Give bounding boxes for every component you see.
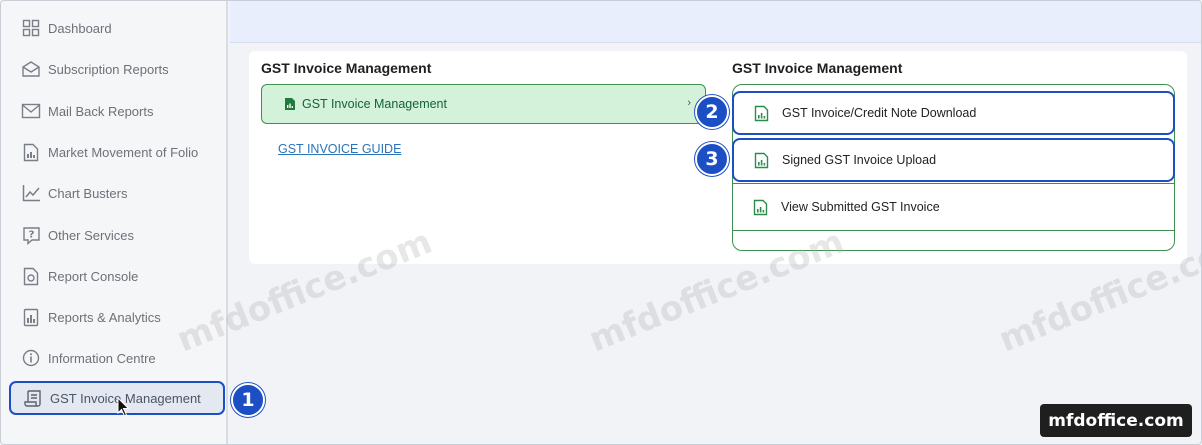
sidebar-item-information-centre[interactable]: Information Centre <box>9 341 225 375</box>
report-console-icon <box>21 266 41 286</box>
svg-text:?: ? <box>28 229 34 240</box>
info-icon <box>21 348 41 368</box>
sidebar-item-label: Mail Back Reports <box>48 103 154 119</box>
brand-logo: mfdoffice.com <box>1040 404 1192 437</box>
divider <box>732 183 1175 184</box>
sidebar-item-other-services[interactable]: ? Other Services <box>9 218 225 252</box>
gst-invoice-guide-link[interactable]: GST INVOICE GUIDE <box>278 142 401 156</box>
step-badge-2: 2 <box>695 95 729 129</box>
sidebar-item-label: Information Centre <box>48 350 156 366</box>
sidebar-item-label: Other Services <box>48 227 134 243</box>
sidebar: Dashboard Subscription Reports Mail Back… <box>1 1 228 444</box>
sidebar-item-label: Dashboard <box>48 20 112 36</box>
step-badge-3: 3 <box>695 142 729 176</box>
spreadsheet-icon <box>754 103 774 123</box>
app-frame: Dashboard Subscription Reports Mail Back… <box>0 0 1202 445</box>
report-analytics-icon <box>21 307 41 327</box>
sidebar-item-mail-back-reports[interactable]: Mail Back Reports <box>9 94 225 128</box>
sidebar-item-label: Reports & Analytics <box>48 309 161 325</box>
option-label: View Submitted GST Invoice <box>781 200 940 214</box>
sidebar-item-reports-analytics[interactable]: Reports & Analytics <box>9 300 225 334</box>
right-panel-title: GST Invoice Management <box>732 60 903 76</box>
grid-icon <box>21 18 41 38</box>
mouse-cursor-icon <box>117 396 131 422</box>
sidebar-item-label: Market Movement of Folio <box>48 144 199 160</box>
sidebar-item-label: Report Console <box>48 268 139 284</box>
top-bar <box>230 1 1201 43</box>
document-chart-icon <box>21 142 41 162</box>
sidebar-item-label: Chart Busters <box>48 185 128 201</box>
option-label: Signed GST Invoice Upload <box>782 153 937 167</box>
menu-item-label: GST Invoice Management <box>302 97 447 111</box>
sidebar-item-chart-busters[interactable]: Chart Busters <box>9 176 225 210</box>
mail-icon <box>21 101 41 121</box>
envelope-open-icon <box>21 59 41 79</box>
spreadsheet-icon <box>754 150 774 170</box>
view-submitted-gst-invoice[interactable]: View Submitted GST Invoice <box>733 185 1174 229</box>
sidebar-item-subscription-reports[interactable]: Subscription Reports <box>9 52 225 86</box>
scroll-icon <box>23 388 43 408</box>
sidebar-item-market-movement[interactable]: Market Movement of Folio <box>9 135 225 169</box>
sidebar-item-label: Subscription Reports <box>48 61 169 77</box>
left-panel-title: GST Invoice Management <box>261 60 432 76</box>
option-label: GST Invoice/Credit Note Download <box>782 106 977 120</box>
spreadsheet-icon <box>284 97 296 111</box>
divider <box>732 230 1175 231</box>
gst-invoice-credit-note-download[interactable]: GST Invoice/Credit Note Download <box>732 91 1175 135</box>
line-chart-icon <box>21 183 41 203</box>
chevron-right-icon: › <box>687 97 691 109</box>
sidebar-item-report-console[interactable]: Report Console <box>9 259 225 293</box>
sidebar-item-dashboard[interactable]: Dashboard <box>9 11 225 45</box>
spreadsheet-icon <box>753 197 773 217</box>
step-badge-1: 1 <box>231 383 265 417</box>
gst-invoice-management-menu[interactable]: GST Invoice Management › <box>261 84 706 124</box>
question-icon: ? <box>21 225 41 245</box>
signed-gst-invoice-upload[interactable]: Signed GST Invoice Upload <box>732 138 1175 182</box>
